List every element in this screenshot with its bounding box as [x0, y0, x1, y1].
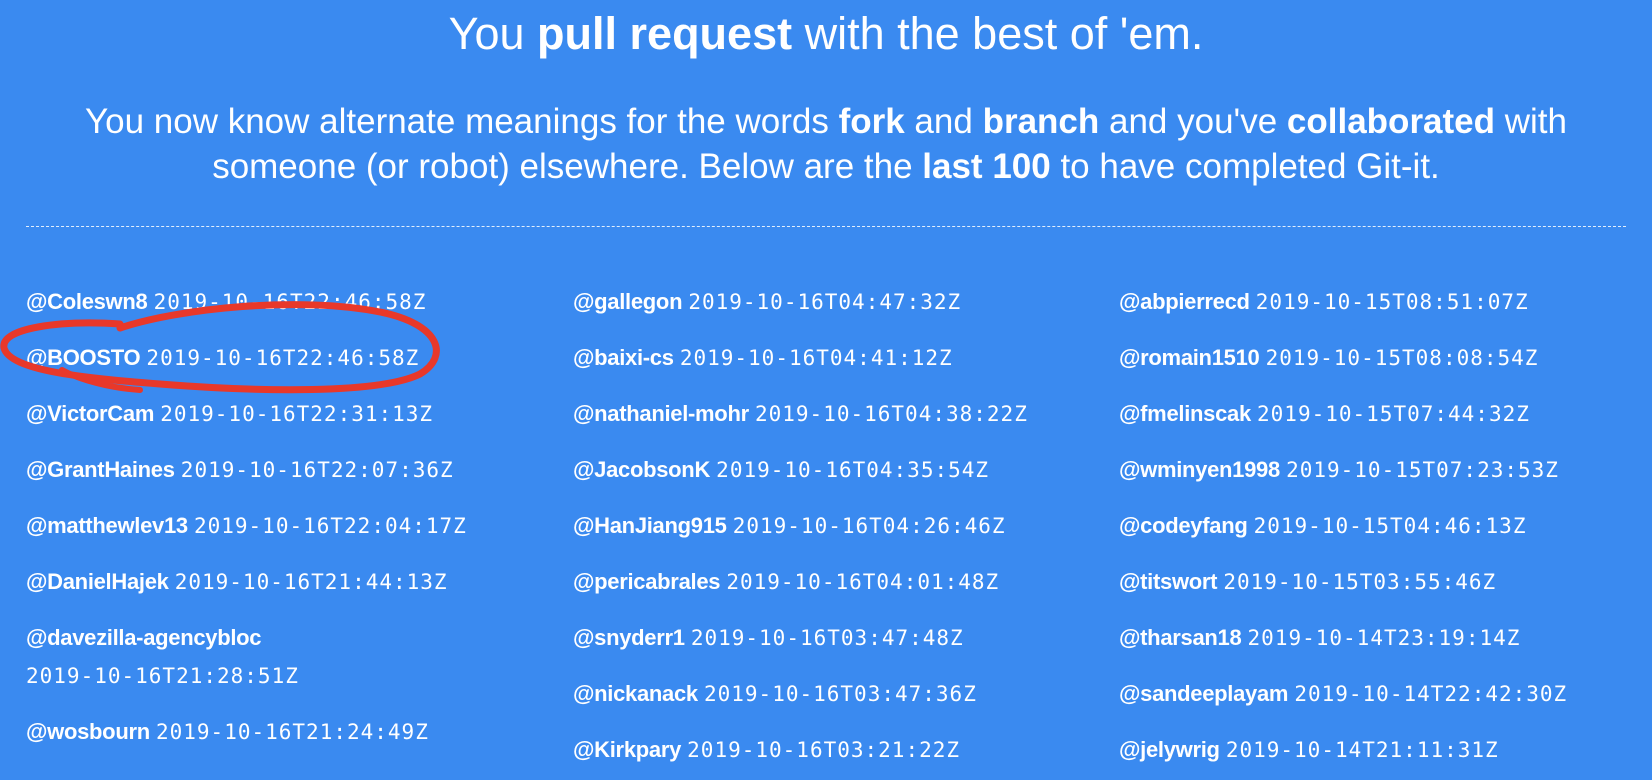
- intro-text: You now know alternate meanings for the …: [84, 102, 839, 141]
- completion-timestamp: 2019-10-14T22:42:30Z: [1294, 682, 1568, 706]
- completer-entry: @fmelinscak 2019-10-15T07:44:32Z: [1119, 395, 1639, 433]
- completer-entry: @tharsan18 2019-10-14T23:19:14Z: [1119, 619, 1639, 657]
- user-handle-link[interactable]: @snyderr1: [573, 625, 685, 650]
- user-handle-link[interactable]: @titswort: [1119, 569, 1218, 594]
- completion-timestamp: 2019-10-16T21:28:51Z: [26, 664, 299, 688]
- completion-timestamp: 2019-10-16T03:47:48Z: [690, 626, 964, 650]
- completer-entry: @pericabrales 2019-10-16T04:01:48Z: [573, 563, 1093, 601]
- intro-emphasis-fork: fork: [838, 102, 905, 141]
- completion-timestamp: 2019-10-16T22:46:58Z: [146, 346, 420, 370]
- user-handle-link[interactable]: @gallegon: [573, 289, 683, 314]
- user-handle-link[interactable]: @matthewlev13: [26, 513, 188, 538]
- completer-entry: @JacobsonK 2019-10-16T04:35:54Z: [573, 451, 1093, 489]
- completion-timestamp: 2019-10-15T07:23:53Z: [1286, 458, 1559, 482]
- completer-entry: @BOOSTO 2019-10-16T22:46:58Z: [26, 339, 546, 377]
- user-handle-link[interactable]: @sandeeplayam: [1119, 681, 1289, 706]
- completers-column-1: @Coleswn8 2019-10-16T22:46:58Z @BOOSTO 20…: [26, 283, 546, 769]
- completers-column-3: @abpierrecd 2019-10-15T08:51:07Z @romain1…: [1119, 283, 1639, 780]
- completion-timestamp: 2019-10-16T04:41:12Z: [679, 346, 953, 370]
- completer-entry: @matthewlev13 2019-10-16T22:04:17Z: [26, 507, 546, 545]
- user-handle-link[interactable]: @HanJiang915: [573, 513, 727, 538]
- completers-column-2: @gallegon 2019-10-16T04:47:32Z @baixi-cs …: [573, 283, 1093, 780]
- user-handle-link[interactable]: @BOOSTO: [26, 345, 141, 370]
- intro-paragraph: You now know alternate meanings for the …: [20, 99, 1632, 189]
- completion-timestamp: 2019-10-15T08:51:07Z: [1255, 290, 1529, 314]
- completer-entry: @nathaniel-mohr 2019-10-16T04:38:22Z: [573, 395, 1093, 433]
- completion-timestamp: 2019-10-16T22:31:13Z: [160, 402, 434, 426]
- user-handle-link[interactable]: @jelywrig: [1119, 737, 1220, 762]
- intro-emphasis-branch: branch: [982, 102, 1100, 141]
- intro-text: and: [904, 102, 983, 141]
- completer-entry: @baixi-cs 2019-10-16T04:41:12Z: [573, 339, 1093, 377]
- user-handle-link[interactable]: @davezilla-agencybloc: [26, 625, 262, 650]
- completer-entry: @abpierrecd 2019-10-15T08:51:07Z: [1119, 283, 1639, 321]
- completion-timestamp: 2019-10-16T04:47:32Z: [688, 290, 962, 314]
- completion-timestamp: 2019-10-16T04:26:46Z: [732, 514, 1006, 538]
- completer-entry: @gallegon 2019-10-16T04:47:32Z: [573, 283, 1093, 321]
- user-handle-link[interactable]: @Kirkpary: [573, 737, 681, 762]
- completion-timestamp: 2019-10-16T04:35:54Z: [716, 458, 990, 482]
- completer-entry: @GrantHaines 2019-10-16T22:07:36Z: [26, 451, 546, 489]
- user-handle-link[interactable]: @GrantHaines: [26, 457, 175, 482]
- user-handle-link[interactable]: @baixi-cs: [573, 345, 674, 370]
- completion-timestamp: 2019-10-16T04:01:48Z: [726, 570, 1000, 594]
- completer-entry: @Kirkpary 2019-10-16T03:21:22Z: [573, 731, 1093, 769]
- completion-timestamp: 2019-10-15T04:46:13Z: [1253, 514, 1527, 538]
- completer-entry: @Coleswn8 2019-10-16T22:46:58Z: [26, 283, 546, 321]
- completer-entry: @sandeeplayam 2019-10-14T22:42:30Z: [1119, 675, 1639, 713]
- completer-entry: @codeyfang 2019-10-15T04:46:13Z: [1119, 507, 1639, 545]
- dashed-divider: [26, 226, 1626, 227]
- completer-entry: @titswort 2019-10-15T03:55:46Z: [1119, 563, 1639, 601]
- user-handle-link[interactable]: @DanielHajek: [26, 569, 169, 594]
- completion-timestamp: 2019-10-16T04:38:22Z: [754, 402, 1028, 426]
- user-handle-link[interactable]: @nathaniel-mohr: [573, 401, 749, 426]
- completion-timestamp: 2019-10-14T21:11:31Z: [1225, 738, 1499, 762]
- user-handle-link[interactable]: @wosbourn: [26, 719, 150, 744]
- completion-timestamp: 2019-10-14T23:19:14Z: [1247, 626, 1521, 650]
- git-it-completers-page: You pull request with the best of 'em. Y…: [0, 0, 1652, 780]
- user-handle-link[interactable]: @wminyen1998: [1119, 457, 1280, 482]
- completion-timestamp: 2019-10-16T22:07:36Z: [180, 458, 454, 482]
- user-handle-link[interactable]: @codeyfang: [1119, 513, 1248, 538]
- completion-timestamp: 2019-10-16T21:24:49Z: [155, 720, 429, 744]
- completer-entry: @romain1510 2019-10-15T08:08:54Z: [1119, 339, 1639, 377]
- intro-emphasis-last-100: last 100: [922, 147, 1051, 186]
- completion-timestamp: 2019-10-15T03:55:46Z: [1223, 570, 1497, 594]
- headline-text: You: [448, 8, 538, 59]
- completer-entry: @davezilla-agencybloc 2019-10-16T21:28:5…: [26, 619, 546, 695]
- completer-entry: @wminyen1998 2019-10-15T07:23:53Z: [1119, 451, 1639, 489]
- user-handle-link[interactable]: @JacobsonK: [573, 457, 710, 482]
- headline-emphasis: pull request: [537, 8, 793, 59]
- headline-text-end: with the best of 'em.: [792, 8, 1204, 59]
- completer-entry: @VictorCam 2019-10-16T22:31:13Z: [26, 395, 546, 433]
- completion-timestamp: 2019-10-16T21:44:13Z: [174, 570, 448, 594]
- completion-timestamp: 2019-10-16T22:46:58Z: [153, 290, 427, 314]
- completer-entry: @DanielHajek 2019-10-16T21:44:13Z: [26, 563, 546, 601]
- intro-text: and you've: [1099, 102, 1287, 141]
- completion-timestamp: 2019-10-16T03:47:36Z: [703, 682, 977, 706]
- user-handle-link[interactable]: @tharsan18: [1119, 625, 1242, 650]
- completion-timestamp: 2019-10-16T03:21:22Z: [687, 738, 961, 762]
- user-handle-link[interactable]: @fmelinscak: [1119, 401, 1251, 426]
- user-handle-link[interactable]: @pericabrales: [573, 569, 721, 594]
- user-handle-link[interactable]: @abpierrecd: [1119, 289, 1250, 314]
- user-handle-link[interactable]: @VictorCam: [26, 401, 154, 426]
- intro-emphasis-collaborated: collaborated: [1286, 102, 1496, 141]
- intro-text: to have completed Git-it.: [1050, 147, 1440, 186]
- page-headline: You pull request with the best of 'em.: [0, 6, 1652, 62]
- completer-entry: @wosbourn 2019-10-16T21:24:49Z: [26, 713, 546, 751]
- completion-timestamp: 2019-10-15T08:08:54Z: [1265, 346, 1539, 370]
- user-handle-link[interactable]: @Coleswn8: [26, 289, 148, 314]
- user-handle-link[interactable]: @romain1510: [1119, 345, 1260, 370]
- completer-entry: @snyderr1 2019-10-16T03:47:48Z: [573, 619, 1093, 657]
- completion-timestamp: 2019-10-15T07:44:32Z: [1257, 402, 1530, 426]
- completion-timestamp: 2019-10-16T22:04:17Z: [193, 514, 467, 538]
- completer-entry: @HanJiang915 2019-10-16T04:26:46Z: [573, 507, 1093, 545]
- completer-entry: @nickanack 2019-10-16T03:47:36Z: [573, 675, 1093, 713]
- user-handle-link[interactable]: @nickanack: [573, 681, 698, 706]
- completer-entry: @jelywrig 2019-10-14T21:11:31Z: [1119, 731, 1639, 769]
